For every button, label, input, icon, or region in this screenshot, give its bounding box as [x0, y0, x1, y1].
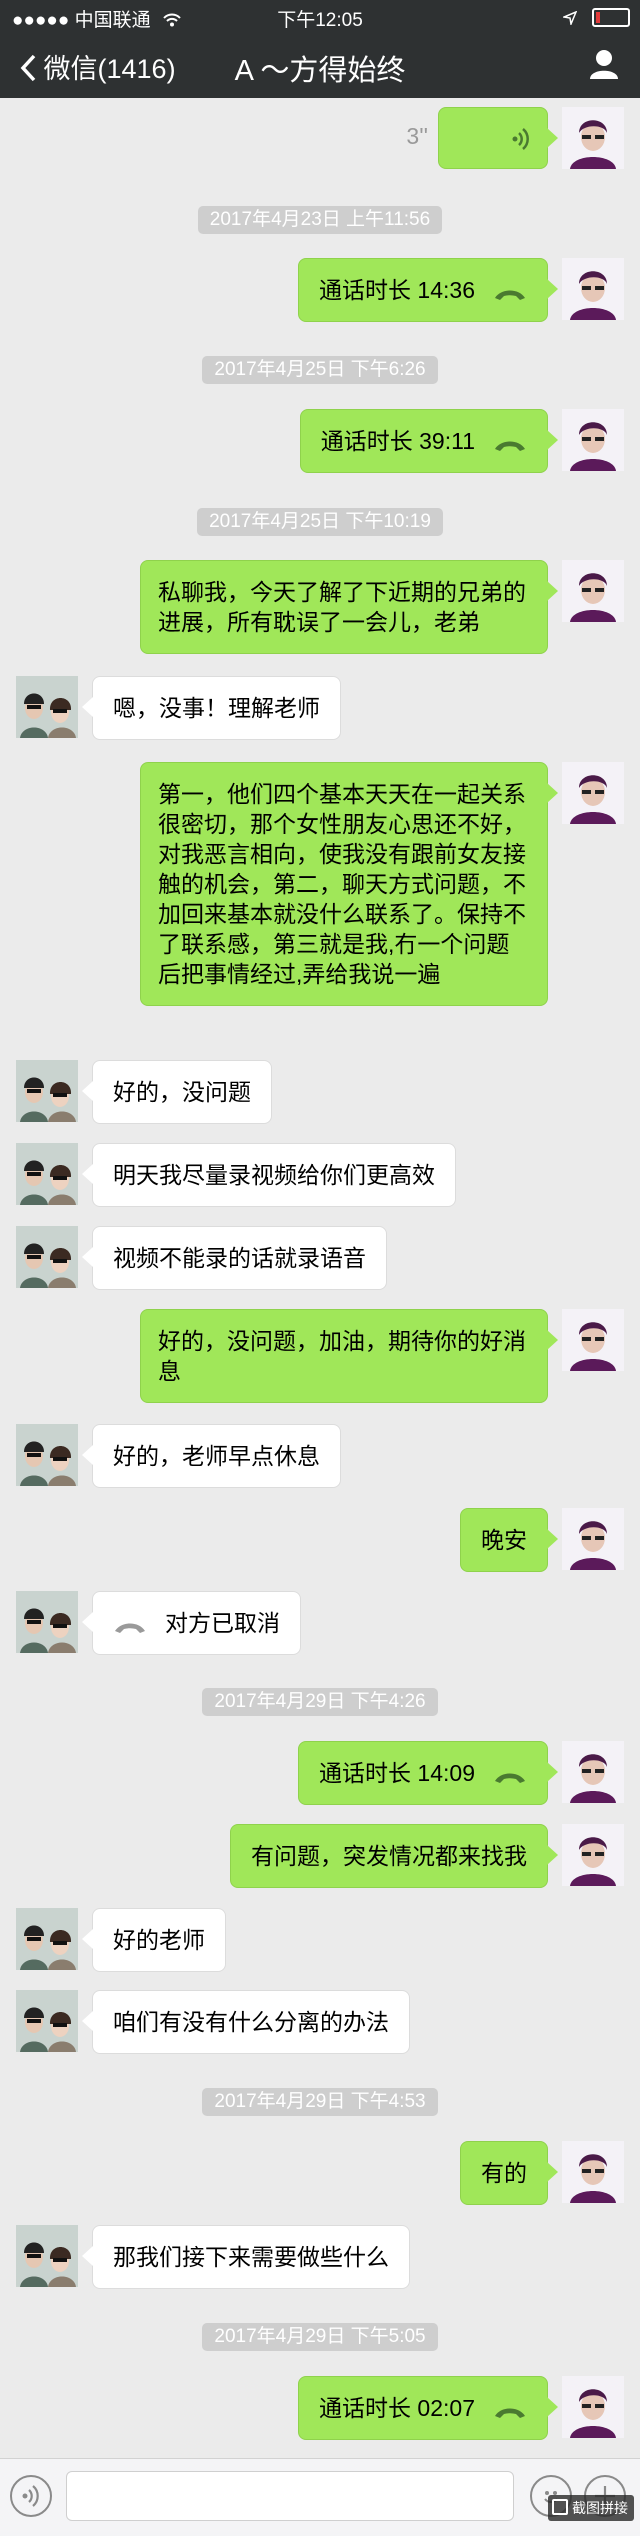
text-message-bubble[interactable]: 明天我尽量录视频给你们更高效	[82, 1143, 456, 1207]
self-avatar[interactable]	[562, 258, 624, 320]
timestamp: 2017年4月29日 下午4:26	[0, 1688, 640, 1716]
message-row: 嗯，没事！理解老师	[0, 676, 640, 740]
message-input[interactable]	[66, 2471, 514, 2521]
self-avatar[interactable]	[562, 107, 624, 169]
message-row: 晚安	[0, 1508, 640, 1572]
voice-duration: 3''	[406, 123, 428, 149]
self-avatar[interactable]	[562, 762, 624, 824]
message-row: 好的老师	[0, 1908, 640, 1972]
phone-icon	[495, 441, 525, 451]
timestamp: 2017年4月29日 下午4:53	[0, 2088, 640, 2116]
contact-avatar[interactable]	[16, 2225, 78, 2287]
timestamp: 2017年4月23日 上午11:56	[0, 206, 640, 234]
message-row: 好的，老师早点休息	[0, 1424, 640, 1488]
self-avatar[interactable]	[562, 409, 624, 471]
status-time: 下午12:05	[277, 10, 363, 31]
self-avatar[interactable]	[562, 1508, 624, 1570]
text-message-bubble[interactable]: 好的老师	[82, 1908, 226, 1972]
text-message-bubble[interactable]: 好的，没问题	[82, 1060, 272, 1124]
watermark: 截图拼接	[548, 2495, 634, 2521]
call-record-bubble[interactable]: 通话时长 02:07	[298, 2376, 558, 2440]
timestamp: 2017年4月25日 下午6:26	[0, 356, 640, 384]
call-record-bubble[interactable]: 通话时长 14:09	[298, 1741, 558, 1805]
text-message-bubble[interactable]: 私聊我，今天了解了下近期的兄弟的进展，所有耽误了一会儿，老弟	[140, 560, 558, 654]
message-row: 咱们有没有什么分离的办法	[0, 1990, 640, 2054]
text-message-bubble[interactable]: 嗯，没事！理解老师	[82, 676, 341, 740]
text-message-bubble[interactable]: 那我们接下来需要做些什么	[82, 2225, 410, 2289]
text-message-bubble[interactable]: 第一，他们四个基本天天在一起关系很密切，那个女性朋友心思还不好，对我恶言相向，使…	[140, 762, 558, 1006]
text-message-bubble[interactable]: 咱们有没有什么分离的办法	[82, 1990, 410, 2054]
voice-input-button[interactable]	[10, 2475, 52, 2517]
text-message-bubble[interactable]: 晚安	[460, 1508, 558, 1572]
message-row: 第一，他们四个基本天天在一起关系很密切，那个女性朋友心思还不好，对我恶言相向，使…	[0, 762, 640, 1036]
back-button[interactable]: 微信(1416)	[20, 47, 176, 86]
message-row: 有问题，突发情况都来找我	[0, 1824, 640, 1888]
message-row: 通话时长 02:07	[0, 2376, 640, 2440]
contact-avatar[interactable]	[16, 1143, 78, 1205]
voice-message-bubble[interactable]	[438, 107, 558, 169]
message-row: 有的	[0, 2141, 640, 2205]
person-icon	[590, 50, 618, 79]
status-bar: ●●●●● 中国联通 下午12:05	[0, 0, 640, 34]
battery-icon	[592, 8, 630, 28]
message-list[interactable]: 3'' 2017年4月23日 上午11:56 通话时长 14:36 2017年4…	[0, 98, 640, 2458]
back-label: 微信(1416)	[43, 54, 176, 84]
message-row: 通话时长 39:11	[0, 409, 640, 473]
message-row: 通话时长 14:09	[0, 1741, 640, 1805]
message-row: 私聊我，今天了解了下近期的兄弟的进展，所有耽误了一会儿，老弟	[0, 560, 640, 654]
input-toolbar: 截图拼接	[0, 2458, 640, 2536]
phone-icon	[495, 290, 525, 300]
phone-icon	[115, 1623, 145, 1633]
timestamp: 2017年4月29日 下午5:05	[0, 2323, 640, 2351]
call-record-bubble[interactable]: 通话时长 14:36	[298, 258, 558, 322]
self-avatar[interactable]	[562, 2141, 624, 2203]
message-row: 3''	[0, 107, 640, 169]
self-avatar[interactable]	[562, 1309, 624, 1371]
self-avatar[interactable]	[562, 560, 624, 622]
call-record-bubble[interactable]: 通话时长 39:11	[299, 409, 559, 473]
timestamp: 2017年4月25日 下午10:19	[0, 508, 640, 536]
contact-avatar[interactable]	[16, 1591, 78, 1653]
message-row: 好的，没问题，加油，期待你的好消息	[0, 1309, 640, 1403]
message-row: 通话时长 14:36	[0, 258, 640, 322]
text-message-bubble[interactable]: 好的，没问题，加油，期待你的好消息	[140, 1309, 558, 1403]
text-message-bubble[interactable]: 视频不能录的话就录语音	[82, 1226, 387, 1290]
voice-wave-icon	[512, 128, 529, 150]
nav-bar: 微信(1416) A ～方得始终	[0, 34, 640, 98]
call-record-bubble[interactable]: 对方已取消	[82, 1591, 301, 1655]
self-avatar[interactable]	[562, 1741, 624, 1803]
self-avatar[interactable]	[562, 1824, 624, 1886]
contact-avatar[interactable]	[16, 1424, 78, 1486]
voice-input-icon	[22, 2485, 39, 2507]
text-message-bubble[interactable]: 有的	[460, 2141, 558, 2205]
self-avatar[interactable]	[562, 2376, 624, 2438]
phone-icon	[495, 2408, 525, 2418]
chevron-left-icon	[20, 54, 36, 82]
contact-avatar[interactable]	[16, 1060, 78, 1122]
location-arrow-icon	[561, 10, 578, 27]
contact-avatar[interactable]	[16, 1990, 78, 2052]
message-row: 明天我尽量录视频给你们更高效	[0, 1143, 640, 1207]
phone-icon	[495, 1773, 525, 1783]
text-message-bubble[interactable]: 好的，老师早点休息	[82, 1424, 341, 1488]
contact-avatar[interactable]	[16, 676, 78, 738]
text-message-bubble[interactable]: 有问题，突发情况都来找我	[230, 1824, 558, 1888]
status-right	[561, 7, 630, 29]
message-row: 对方已取消	[0, 1591, 640, 1655]
message-row: 好的，没问题	[0, 1060, 640, 1124]
contact-avatar[interactable]	[16, 1908, 78, 1970]
contact-avatar[interactable]	[16, 1226, 78, 1288]
message-row: 视频不能录的话就录语音	[0, 1226, 640, 1290]
message-row: 那我们接下来需要做些什么	[0, 2225, 640, 2289]
chat-info-button[interactable]	[588, 48, 620, 85]
